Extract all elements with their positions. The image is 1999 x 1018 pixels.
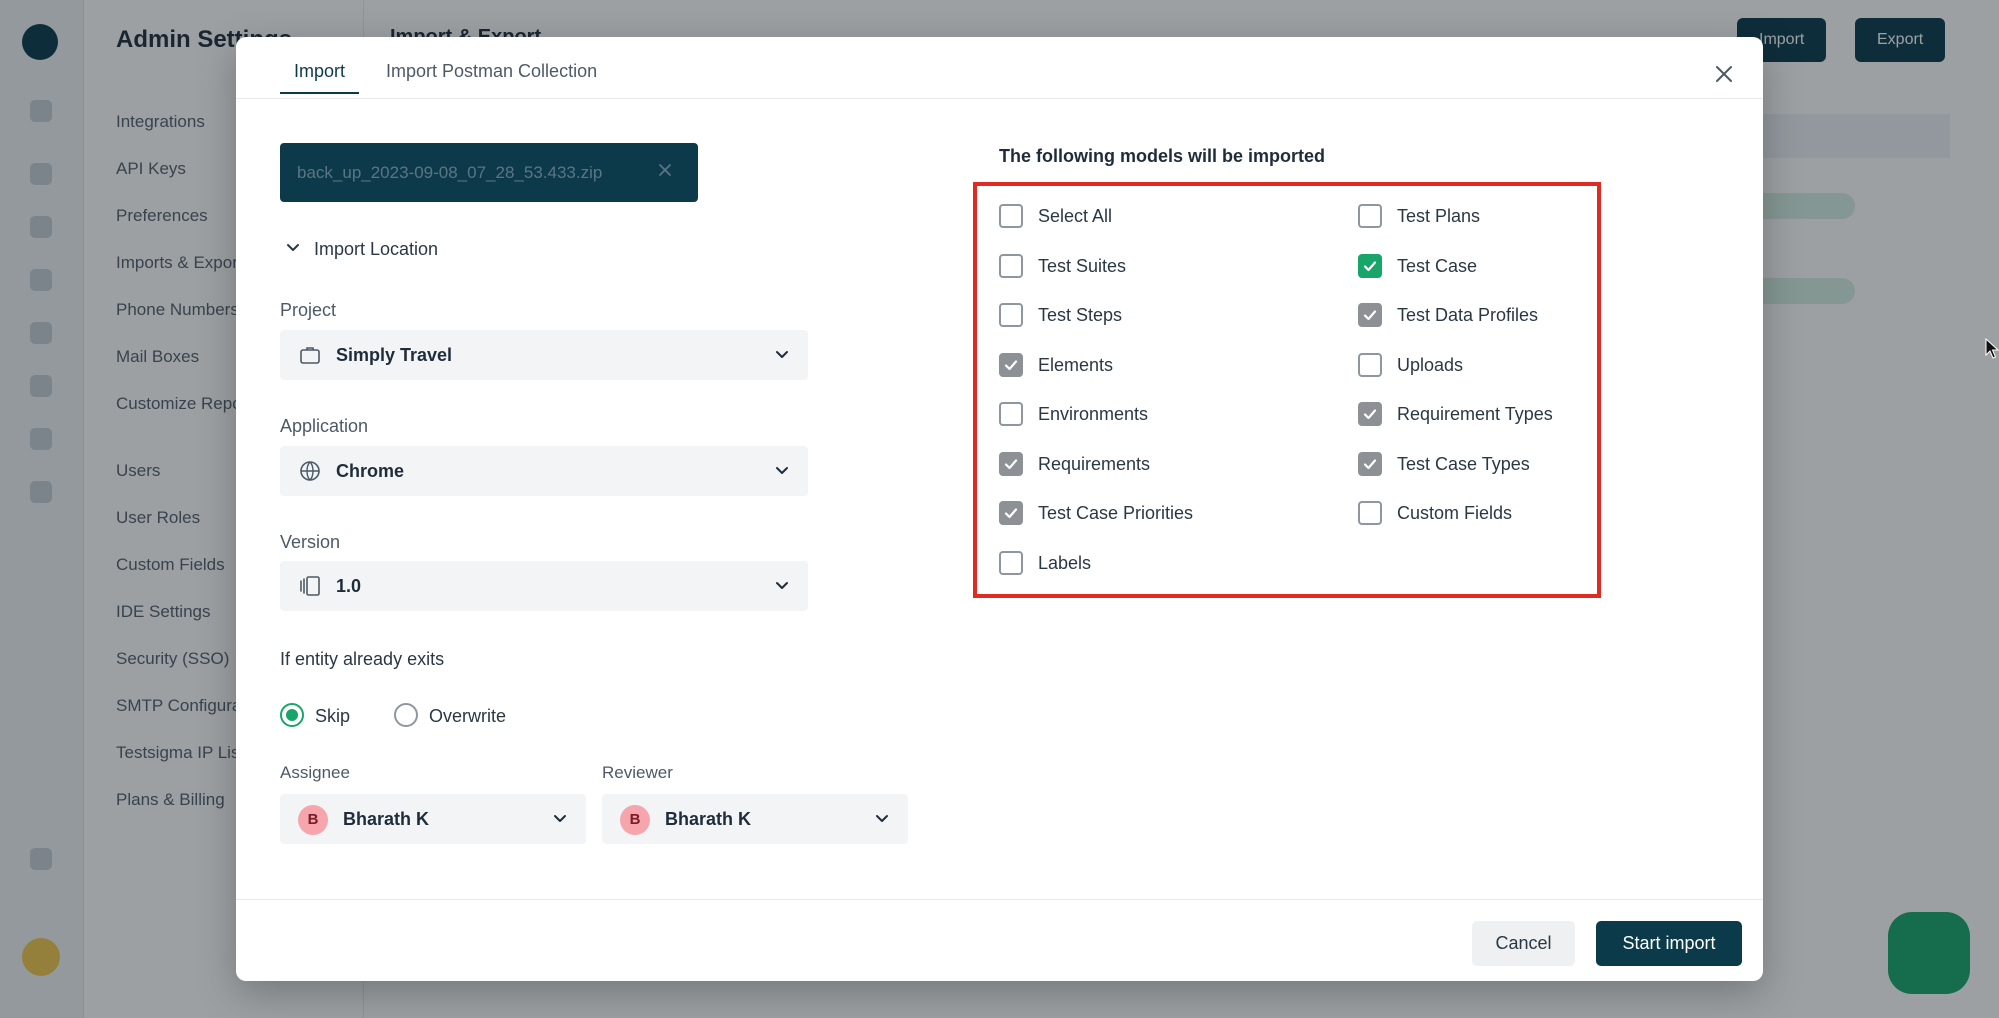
- application-value: Chrome: [336, 461, 405, 481]
- dialog-tabs: Import Import Postman Collection: [236, 37, 1763, 99]
- checkbox-label: Test Suites: [1038, 255, 1127, 276]
- version-select[interactable]: 1.0: [280, 561, 808, 611]
- assignee-label: Assignee: [280, 763, 350, 782]
- reviewer-select[interactable]: B Bharath K: [602, 794, 908, 844]
- file-name: back_up_2023-09-08_07_28_53.433.zip: [297, 163, 603, 182]
- application-label: Application: [280, 416, 369, 436]
- checkbox-label: Test Case: [1397, 255, 1478, 276]
- version-value: 1.0: [336, 576, 362, 596]
- close-icon[interactable]: [1712, 62, 1736, 86]
- import-dialog: Import Import Postman Collection back_up…: [236, 37, 1763, 981]
- radio-indicator: [394, 703, 418, 727]
- checkbox-label: Test Case Priorities: [1038, 503, 1194, 523]
- chevron-down-icon: [776, 467, 788, 474]
- checkbox-label: Test Plans: [1397, 206, 1481, 226]
- remove-file-icon[interactable]: [656, 161, 674, 179]
- check-icon: [1004, 359, 1018, 370]
- checkbox-label: Elements: [1038, 354, 1114, 375]
- checkbox-label: Environments: [1038, 404, 1149, 424]
- chevron-down-icon: [776, 582, 788, 589]
- radio-indicator: [280, 703, 304, 727]
- checkbox-label: Requirements: [1038, 453, 1151, 474]
- chevron-down-icon: [876, 815, 888, 822]
- tab-import-postman[interactable]: Import Postman Collection: [386, 61, 597, 92]
- checkbox-label: Uploads: [1397, 354, 1464, 375]
- chevron-down-icon: [776, 351, 788, 358]
- check-icon: [1004, 458, 1018, 469]
- cancel-button[interactable]: Cancel: [1472, 921, 1575, 966]
- versions-icon: [300, 576, 320, 596]
- checkbox-box: [1358, 204, 1382, 228]
- reviewer-label: Reviewer: [602, 763, 673, 782]
- dialog-footer-divider: [236, 899, 1763, 900]
- check-icon: [1363, 310, 1377, 321]
- assignee-select[interactable]: B Bharath K: [280, 794, 586, 844]
- section-title: Import Location: [314, 239, 439, 259]
- checkbox-label: Test Case Types: [1397, 453, 1530, 474]
- start-import-button[interactable]: Start import: [1596, 921, 1742, 966]
- radio-label: Skip: [315, 706, 351, 726]
- checkbox-label: Select All: [1038, 206, 1113, 226]
- checkbox-box: [1358, 501, 1382, 525]
- avatar: B: [620, 805, 650, 835]
- checkbox-label: Test Data Profiles: [1397, 305, 1539, 325]
- tab-import[interactable]: Import: [280, 61, 360, 94]
- globe-icon: [300, 461, 320, 481]
- radio-label: Overwrite: [429, 706, 507, 726]
- uploaded-file-chip: back_up_2023-09-08_07_28_53.433.zip: [280, 143, 698, 202]
- project-value: Simply Travel: [336, 345, 453, 365]
- checkbox-box: [999, 303, 1023, 327]
- models-highlight-box: [973, 182, 1601, 598]
- checkbox-box: [1358, 352, 1382, 377]
- entity-exists-label: If entity already exits: [280, 649, 445, 669]
- check-icon: [1363, 260, 1377, 271]
- checkbox-box: [999, 550, 1023, 575]
- avatar: B: [298, 805, 328, 835]
- assignee-value: Bharath K: [343, 809, 430, 829]
- checkbox-box: [999, 204, 1023, 228]
- check-icon: [1363, 458, 1377, 469]
- project-select[interactable]: Simply Travel: [280, 330, 808, 380]
- checkbox-box: [999, 253, 1023, 278]
- application-select[interactable]: Chrome: [280, 446, 808, 496]
- checkbox-label: Custom Fields: [1397, 503, 1513, 523]
- checkbox-label: Labels: [1038, 552, 1092, 573]
- chevron-down-icon: [287, 244, 299, 251]
- checkbox-label: Requirement Types: [1397, 404, 1553, 424]
- briefcase-icon: [300, 347, 320, 364]
- checkbox-label: Test Steps: [1038, 305, 1123, 325]
- models-title: The following models will be imported: [999, 146, 1326, 166]
- check-icon: [1363, 409, 1377, 420]
- check-icon: [1004, 508, 1018, 519]
- reviewer-value: Bharath K: [665, 809, 752, 829]
- version-label: Version: [280, 532, 341, 552]
- mouse-cursor-icon: [1985, 338, 1999, 359]
- chevron-down-icon: [554, 815, 566, 822]
- project-label: Project: [280, 300, 337, 320]
- checkbox-box: [999, 402, 1023, 426]
